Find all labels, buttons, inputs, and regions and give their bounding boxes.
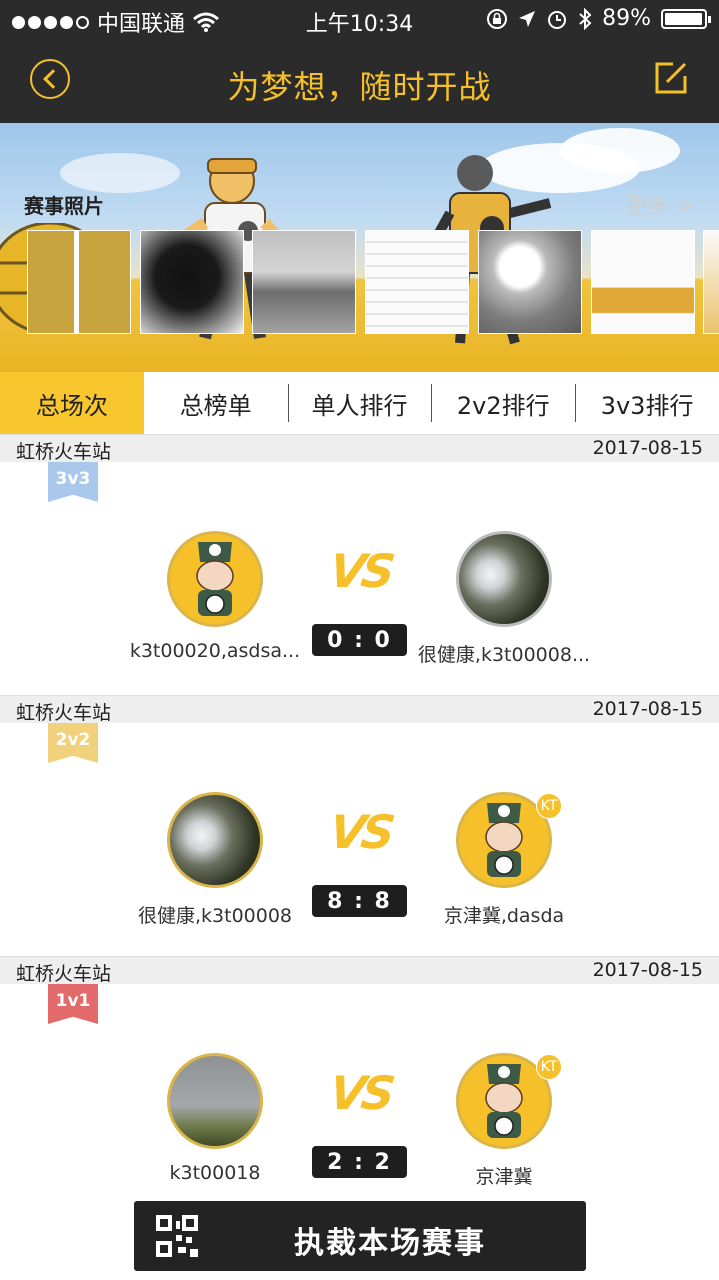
photo-thumbnail[interactable]: [478, 230, 582, 334]
right-team-names: 京津冀,dasda: [443, 905, 565, 927]
tab-3v3-ranking[interactable]: 3v3排行: [575, 372, 719, 434]
vs-label: VS: [326, 805, 395, 859]
match-header: 虹桥火车站 2017-08-15: [0, 695, 719, 724]
photo-thumbnail[interactable]: [591, 230, 695, 334]
photos-label: 赛事照片: [24, 194, 104, 218]
mode-ribbon: 2v2: [48, 723, 98, 763]
match-date: 2017-08-15: [592, 698, 703, 720]
left-team-names: k3t00020,asdsa...: [129, 640, 301, 662]
referee-button-label: 执裁本场赛事: [294, 1226, 486, 1261]
kt-badge: KT: [536, 793, 562, 819]
mascot-avatar-icon: [196, 542, 234, 616]
match-header: 虹桥火车站 2017-08-15: [0, 956, 719, 985]
left-team-avatar[interactable]: [167, 792, 263, 888]
match-card[interactable]: 虹桥火车站 2017-08-15 1v1 VS 2 : 2 KT k3t0001…: [0, 956, 719, 1217]
tab-solo-ranking[interactable]: 单人排行: [287, 372, 432, 434]
referee-match-button[interactable]: 执裁本场赛事: [134, 1201, 586, 1271]
match-score: 8 : 8: [312, 885, 407, 917]
left-team-names: k3t00018: [169, 1162, 261, 1184]
photo-thumbnail[interactable]: [703, 230, 719, 334]
kt-badge: KT: [536, 1054, 562, 1080]
left-team-avatar[interactable]: [167, 531, 263, 627]
right-team-names: 京津冀: [475, 1166, 533, 1188]
top-bar: 中国联通 上午10:34 89% 为梦想，随时开战: [0, 0, 719, 123]
ranking-tabs: 总场次 总榜单 单人排行 2v2排行 3v3排行: [0, 372, 719, 434]
battery-icon: [661, 8, 711, 29]
tab-2v2-ranking[interactable]: 2v2排行: [431, 372, 575, 434]
left-team-names: 很健康,k3t00008: [137, 905, 293, 927]
rotation-lock-icon: [487, 8, 508, 29]
qr-code-icon: [156, 1215, 198, 1257]
right-team-names: 很健康,k3t00008...: [417, 644, 591, 666]
match-score: 0 : 0: [312, 624, 407, 656]
match-photos-banner: 赛事照片 更多 >: [0, 123, 719, 372]
match-score: 2 : 2: [312, 1146, 407, 1178]
tab-overall-ranking[interactable]: 总榜单: [144, 372, 288, 434]
bluetooth-icon: [579, 7, 592, 30]
tab-total-matches[interactable]: 总场次: [0, 372, 144, 434]
match-card[interactable]: 虹桥火车站 2017-08-15 2v2 VS 8 : 8 KT 很健康,k3t…: [0, 695, 719, 956]
mode-ribbon: 1v1: [48, 984, 98, 1024]
right-team-avatar[interactable]: [456, 531, 552, 627]
edit-icon[interactable]: [651, 58, 691, 98]
status-bar: 中国联通 上午10:34 89%: [0, 0, 719, 40]
match-header: 虹桥火车站 2017-08-15: [0, 434, 719, 463]
match-date: 2017-08-15: [592, 959, 703, 981]
photo-thumbnail[interactable]: [252, 230, 356, 334]
vs-label: VS: [326, 1066, 395, 1120]
page-title: 为梦想，随时开战: [227, 68, 492, 106]
vs-label: VS: [326, 544, 395, 598]
nav-bar: 为梦想，随时开战: [0, 40, 719, 123]
match-card[interactable]: 虹桥火车站 2017-08-15 3v3 VS 0 : 0 k3t00020,a…: [0, 434, 719, 695]
mode-ribbon: 3v3: [48, 462, 98, 502]
alarm-icon: [548, 10, 567, 29]
photo-thumbnail[interactable]: [27, 230, 131, 334]
more-photos-link[interactable]: 更多 >: [627, 190, 693, 220]
photo-strip[interactable]: [0, 230, 719, 334]
left-team-avatar[interactable]: [167, 1053, 263, 1149]
venue-label: 虹桥火车站: [16, 702, 112, 724]
battery-percent: 89%: [602, 6, 651, 31]
photo-thumbnail[interactable]: [365, 230, 469, 334]
location-icon: [519, 10, 536, 27]
venue-label: 虹桥火车站: [16, 441, 112, 463]
photo-thumbnail[interactable]: [140, 230, 244, 334]
match-date: 2017-08-15: [592, 437, 703, 459]
venue-label: 虹桥火车站: [16, 963, 112, 985]
